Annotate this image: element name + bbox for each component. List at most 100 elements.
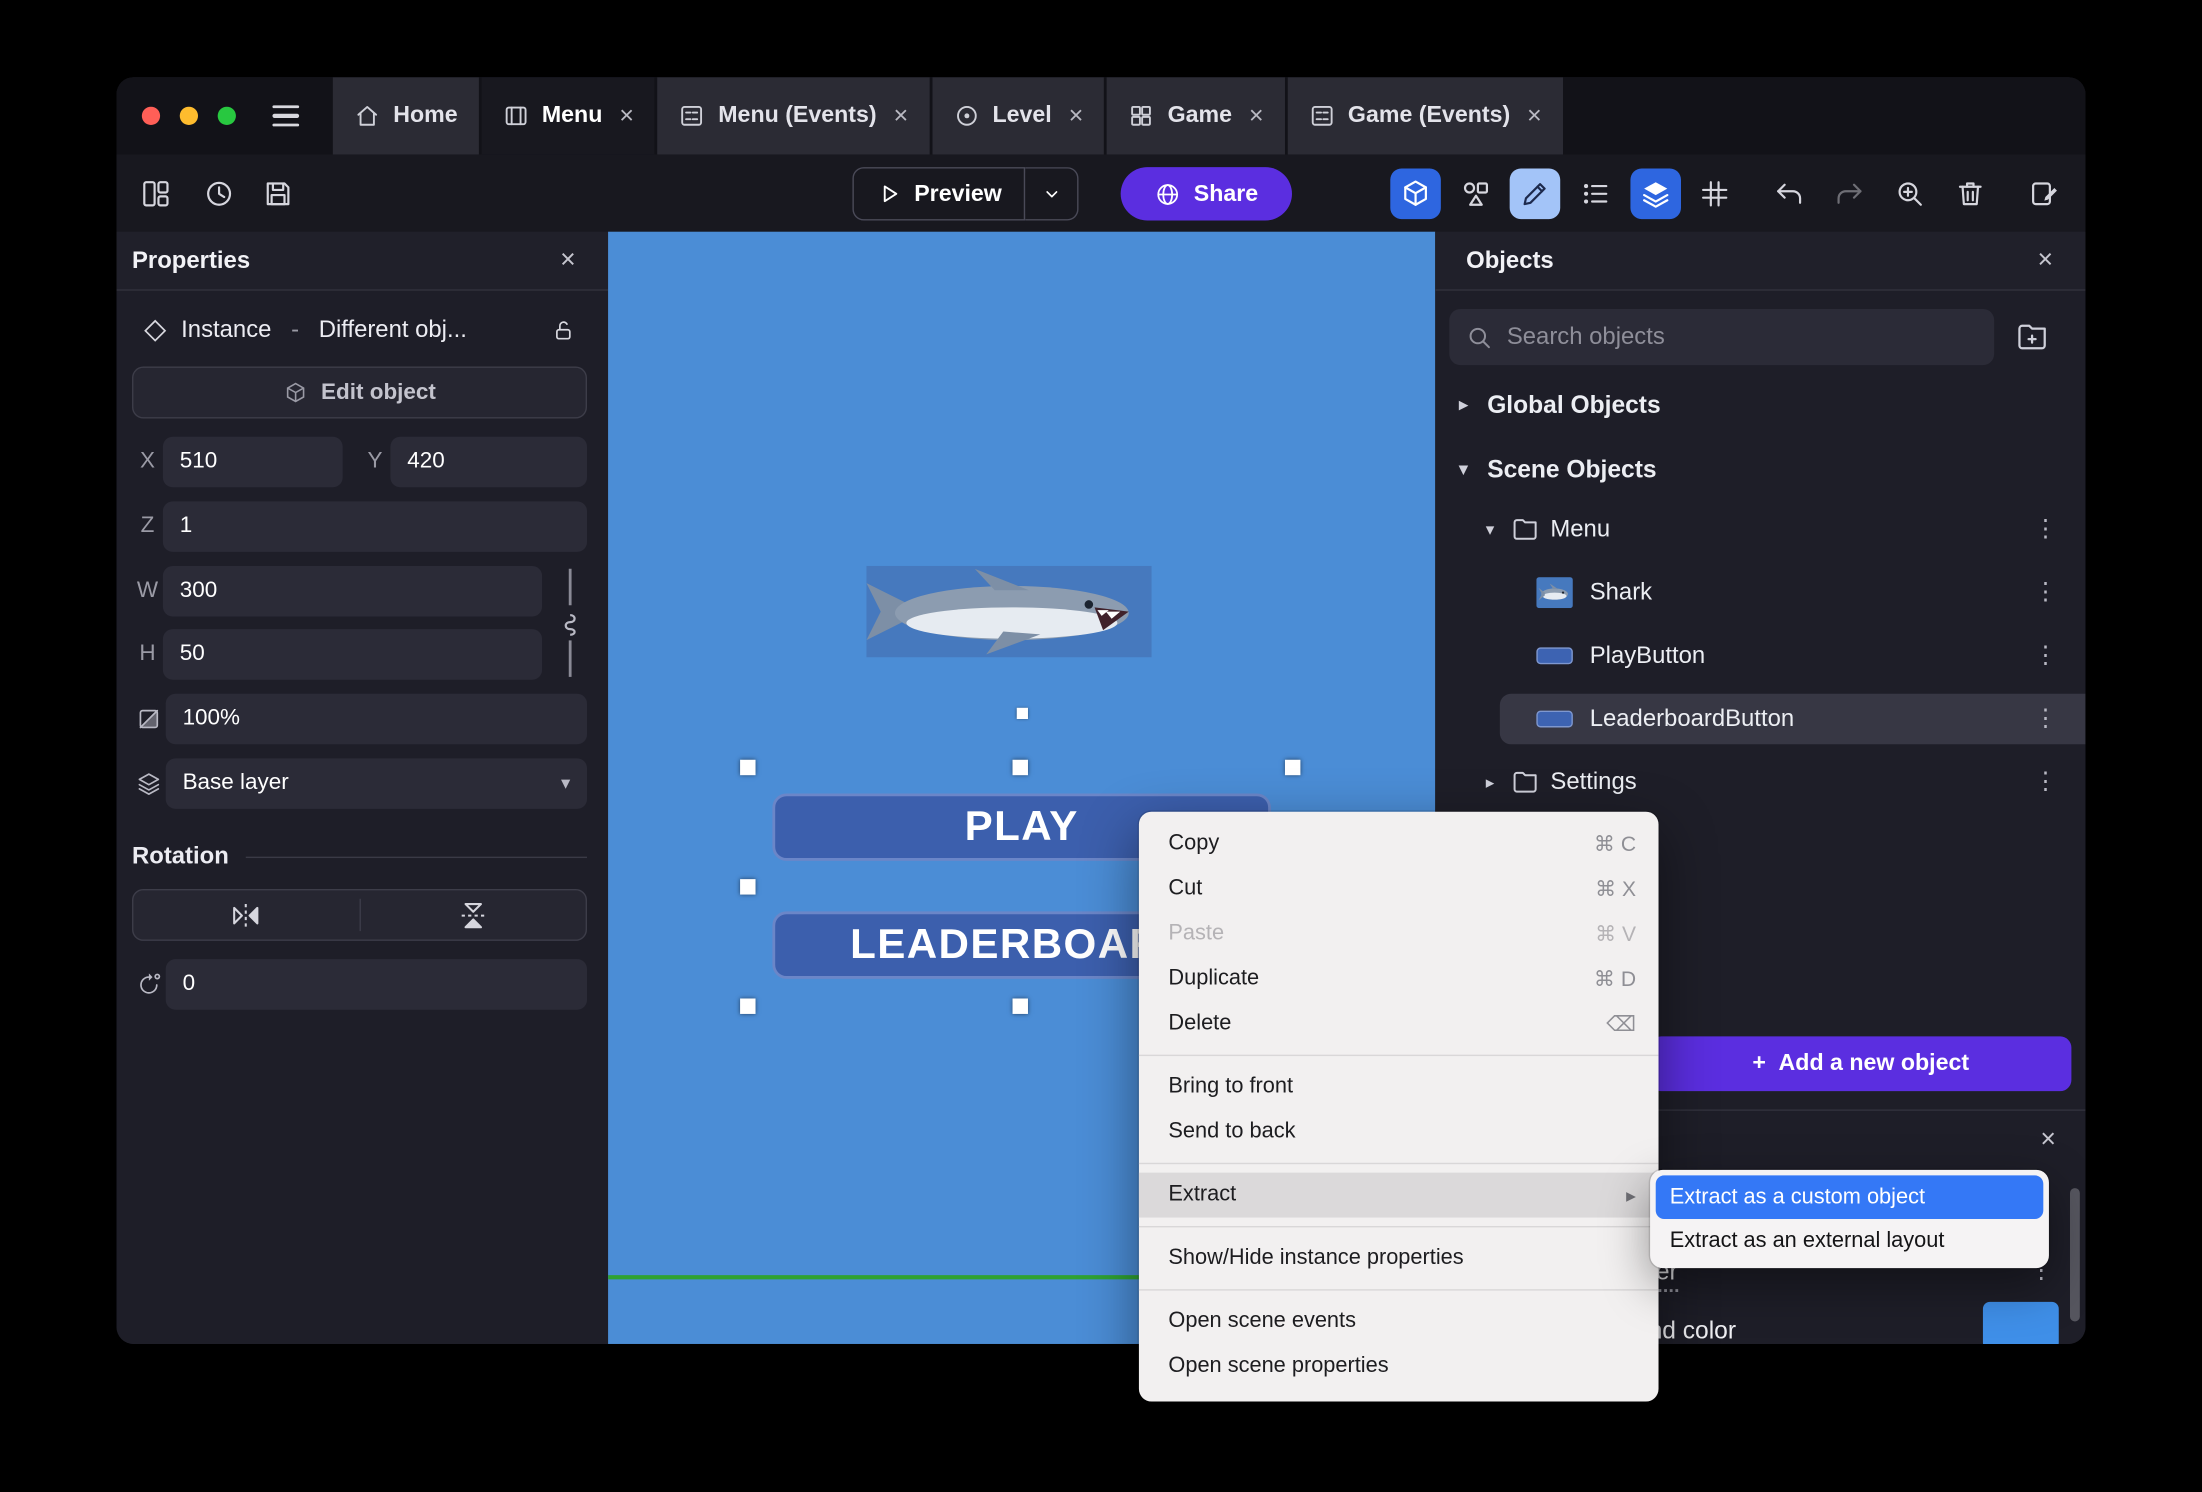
instances-list-icon[interactable] bbox=[1570, 169, 1621, 220]
menu-separator bbox=[1138, 1225, 1659, 1228]
menu-item-send-to-back[interactable]: Send to back bbox=[1139, 1109, 1659, 1154]
menu-item-cut[interactable]: Cut ⌘ X bbox=[1139, 866, 1659, 911]
close-window-button[interactable] bbox=[141, 106, 161, 125]
project-manager-icon[interactable] bbox=[131, 169, 182, 220]
close-icon[interactable]: × bbox=[1069, 101, 1084, 130]
object-label: Shark bbox=[1589, 578, 1653, 606]
layers-icon[interactable] bbox=[1630, 168, 1681, 220]
tab-home[interactable]: Home bbox=[332, 77, 479, 155]
object-leaderboardbutton[interactable]: LeaderboardButton ⋮ bbox=[1499, 693, 2086, 745]
search-box[interactable] bbox=[1449, 308, 1995, 366]
edit-mode-icon[interactable] bbox=[1509, 168, 1561, 220]
object-shark[interactable]: Shark ⋮ bbox=[1435, 567, 2085, 618]
zoom-icon[interactable] bbox=[1885, 169, 1936, 220]
preview-button[interactable]: Preview bbox=[852, 167, 1080, 221]
submenu-item-extract-external-layout[interactable]: Extract as an external layout bbox=[1656, 1219, 2044, 1263]
overflow-menu-icon[interactable]: ⋮ bbox=[2033, 579, 2085, 607]
close-icon[interactable]: × bbox=[2040, 1125, 2056, 1156]
selection-handle[interactable] bbox=[740, 998, 756, 1014]
folder-menu[interactable]: ▾ Menu ⋮ bbox=[1435, 504, 2085, 555]
close-icon[interactable]: × bbox=[893, 101, 908, 130]
share-button[interactable]: Share bbox=[1120, 167, 1292, 221]
close-icon[interactable]: × bbox=[2038, 247, 2054, 274]
overflow-menu-icon[interactable]: ⋮ bbox=[2033, 515, 2085, 543]
preview-main[interactable]: Preview bbox=[852, 167, 1026, 221]
z-input[interactable] bbox=[162, 501, 588, 552]
aspect-link[interactable] bbox=[556, 566, 584, 680]
tab-game-events[interactable]: Game (Events) × bbox=[1287, 77, 1563, 155]
objects-title: Objects bbox=[1466, 246, 1554, 274]
layer-value: Base layer bbox=[182, 770, 289, 795]
folder-settings[interactable]: ▸ Settings ⋮ bbox=[1435, 757, 2085, 808]
close-icon[interactable]: × bbox=[619, 101, 634, 130]
folder-label: Settings bbox=[1550, 768, 1637, 795]
undo-icon[interactable] bbox=[1764, 169, 1815, 220]
overflow-menu-icon[interactable]: ⋮ bbox=[2033, 642, 2085, 670]
background-color-swatch[interactable] bbox=[1982, 1301, 2059, 1344]
new-folder-icon[interactable] bbox=[2014, 320, 2051, 354]
submenu-item-extract-custom-object[interactable]: Extract as a custom object bbox=[1655, 1175, 2044, 1219]
add-new-object-button[interactable]: + Add a new object bbox=[1650, 1036, 2072, 1092]
menu-separator bbox=[1138, 1289, 1659, 1291]
selection-handle[interactable] bbox=[1012, 759, 1028, 776]
redo-icon[interactable] bbox=[1824, 169, 1875, 220]
tab-label: Level bbox=[992, 102, 1052, 128]
close-icon[interactable]: × bbox=[1249, 101, 1264, 130]
menu-item-delete[interactable]: Delete ⌫ bbox=[1139, 1001, 1659, 1046]
shark-sprite[interactable] bbox=[866, 565, 1152, 658]
preview-options-button[interactable] bbox=[1025, 167, 1080, 221]
minimize-window-button[interactable] bbox=[179, 106, 199, 125]
scene-objects-group[interactable]: ▾ Scene Objects bbox=[1435, 447, 2085, 492]
layer-row: Base layer ▾ bbox=[132, 758, 588, 809]
menu-item-duplicate[interactable]: Duplicate ⌘ D bbox=[1139, 956, 1659, 1001]
3d-view-toggle-icon[interactable] bbox=[1390, 168, 1441, 220]
opacity-input[interactable] bbox=[165, 693, 588, 745]
overflow-menu-icon[interactable]: ⋮ bbox=[2033, 768, 2085, 796]
flip-vertical-button[interactable] bbox=[360, 890, 585, 939]
menu-item-copy[interactable]: Copy ⌘ C bbox=[1139, 822, 1659, 867]
grid-toggle-icon[interactable] bbox=[1689, 169, 1740, 220]
events-icon bbox=[1311, 106, 1333, 126]
global-objects-group[interactable]: ▸ Global Objects bbox=[1435, 382, 2085, 427]
menu-separator bbox=[1138, 1162, 1659, 1165]
tab-menu[interactable]: Menu × bbox=[481, 77, 656, 155]
object-playbutton[interactable]: PlayButton ⋮ bbox=[1435, 631, 2085, 682]
menu-item-open-scene-properties[interactable]: Open scene properties bbox=[1139, 1344, 1659, 1389]
extract-submenu: Extract as a custom object Extract as an… bbox=[1650, 1169, 2049, 1269]
folder-label: Menu bbox=[1550, 515, 1611, 543]
scrollbar[interactable] bbox=[2069, 1188, 2080, 1322]
selection-handle[interactable] bbox=[740, 759, 756, 776]
menu-item-open-scene-events[interactable]: Open scene events bbox=[1139, 1299, 1659, 1344]
tab-menu-events[interactable]: Menu (Events) × bbox=[657, 77, 930, 155]
close-icon[interactable]: × bbox=[560, 247, 576, 274]
edit-scene-icon[interactable] bbox=[2019, 169, 2070, 220]
tab-level[interactable]: Level × bbox=[932, 77, 1105, 155]
objects-list-icon[interactable] bbox=[1451, 169, 1502, 220]
close-icon[interactable]: × bbox=[1527, 101, 1542, 130]
overflow-menu-icon[interactable]: ⋮ bbox=[2033, 705, 2085, 733]
width-input[interactable] bbox=[162, 565, 543, 617]
height-input[interactable] bbox=[162, 629, 543, 680]
y-input[interactable] bbox=[390, 436, 588, 488]
edit-object-button[interactable]: Edit object bbox=[132, 366, 588, 419]
chevron-down-icon bbox=[1046, 191, 1058, 198]
zoom-window-button[interactable] bbox=[217, 106, 236, 125]
selection-handle[interactable] bbox=[740, 879, 756, 895]
selection-handle[interactable] bbox=[1284, 759, 1301, 776]
chevron-right-icon: ▸ bbox=[1459, 394, 1468, 415]
search-input[interactable] bbox=[1506, 322, 1978, 352]
menu-item-extract[interactable]: Extract ▸ bbox=[1138, 1172, 1659, 1218]
menu-item-bring-to-front[interactable]: Bring to front bbox=[1139, 1064, 1659, 1109]
flip-horizontal-button[interactable] bbox=[133, 890, 358, 939]
history-icon[interactable] bbox=[194, 169, 245, 220]
main-menu-icon[interactable] bbox=[272, 105, 300, 127]
layer-select[interactable]: Base layer ▾ bbox=[165, 758, 588, 809]
x-input[interactable] bbox=[162, 436, 343, 488]
rotation-input[interactable] bbox=[165, 959, 588, 1010]
save-icon[interactable] bbox=[253, 169, 304, 220]
lock-open-icon[interactable] bbox=[552, 318, 576, 342]
menu-item-show-hide-instance-properties[interactable]: Show/Hide instance properties bbox=[1139, 1236, 1659, 1281]
tab-game[interactable]: Game × bbox=[1107, 77, 1285, 155]
selection-handle[interactable] bbox=[1012, 998, 1028, 1014]
trash-icon[interactable] bbox=[1945, 169, 1996, 220]
